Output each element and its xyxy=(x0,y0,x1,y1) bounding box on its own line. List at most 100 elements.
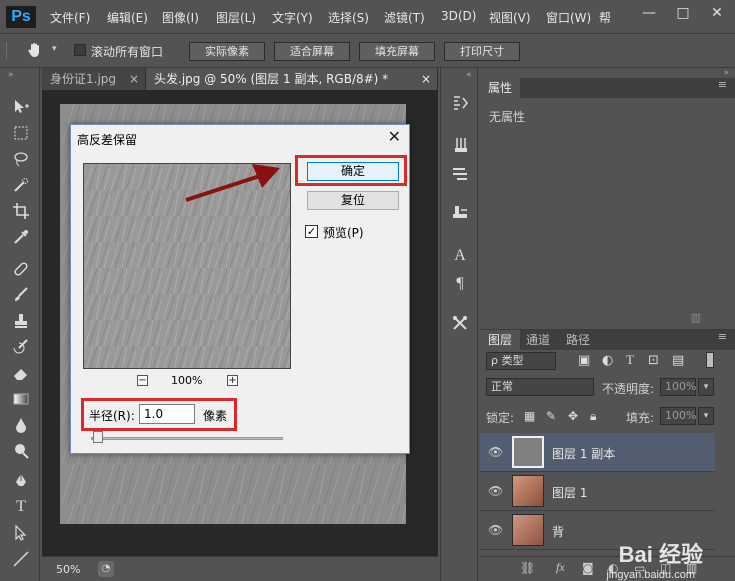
lasso-tool-icon[interactable] xyxy=(10,148,32,170)
paragraph-panel-icon[interactable]: ¶ xyxy=(450,274,470,294)
filter-kind-select[interactable]: ρ 类型 xyxy=(486,352,556,370)
marquee-tool-icon[interactable] xyxy=(10,122,32,144)
close-tab-icon[interactable]: × xyxy=(129,68,139,90)
menu-file[interactable]: 文件(F) xyxy=(50,9,90,26)
add-mask-icon[interactable]: ◙ xyxy=(582,561,594,575)
crop-tool-icon[interactable] xyxy=(10,200,32,222)
filter-toggle-icon[interactable] xyxy=(706,352,714,368)
lock-transparency-icon[interactable]: ▦ xyxy=(524,409,535,423)
tab-properties[interactable]: 属性 xyxy=(480,78,521,98)
eyedropper-tool-icon[interactable] xyxy=(10,226,32,248)
radius-slider-track[interactable] xyxy=(91,437,283,440)
dodge-tool-icon[interactable] xyxy=(10,440,32,462)
brush-presets-icon[interactable] xyxy=(450,136,470,156)
clone-source-icon[interactable] xyxy=(450,164,470,184)
print-size-button[interactable]: 打印尺寸 xyxy=(444,42,520,61)
scroll-all-label: 滚动所有窗口 xyxy=(91,45,164,59)
layer-name: 图层 1 副本 xyxy=(552,447,616,461)
lock-pixels-icon[interactable]: ✎ xyxy=(546,409,556,423)
hand-tool-icon[interactable] xyxy=(26,41,46,61)
minimize-button[interactable]: — xyxy=(634,3,664,23)
menu-view[interactable]: 视图(V) xyxy=(489,9,531,26)
close-window-button[interactable]: ✕ xyxy=(702,3,732,23)
filter-shape-icon[interactable]: ⊡ xyxy=(648,353,659,368)
ok-button[interactable]: 确定 xyxy=(307,162,399,181)
pen-tool-icon[interactable] xyxy=(10,470,32,492)
menu-image[interactable]: 图像(I) xyxy=(162,9,199,26)
tab-hair[interactable]: 头发.jpg @ 50% (图层 1 副本, RGB/8#) * × xyxy=(146,68,438,90)
menu-filter[interactable]: 滤镜(T) xyxy=(384,9,425,26)
brush-tool-icon[interactable] xyxy=(10,284,32,306)
reset-button[interactable]: 复位 xyxy=(307,191,399,210)
collapse-panel-icon[interactable]: » xyxy=(723,68,729,78)
dialog-close-icon[interactable]: ✕ xyxy=(388,127,401,146)
path-selection-tool-icon[interactable] xyxy=(10,522,32,544)
opacity-dropdown-icon[interactable]: ▾ xyxy=(698,378,714,396)
type-tool-icon[interactable]: T xyxy=(10,496,32,518)
menu-help[interactable]: 帮 xyxy=(599,9,611,26)
layers-panel: 图层 通道 路径 ≡ ρ 类型 ▣ ◐ T ⊡ ▤ 正常 不透明度: 100% … xyxy=(480,330,735,581)
visibility-eye-icon[interactable]: 👁︎ xyxy=(488,523,503,537)
actual-pixels-button[interactable]: 实际像素 xyxy=(189,42,265,61)
tab-paths[interactable]: 路径 xyxy=(558,330,598,350)
lock-position-icon[interactable]: ✥ xyxy=(568,409,578,423)
tab-id-card[interactable]: 身份证1.jpg × xyxy=(42,68,146,90)
menu-edit[interactable]: 编辑(E) xyxy=(107,9,148,26)
link-layers-icon[interactable]: ⛓︎ xyxy=(520,561,535,575)
healing-brush-tool-icon[interactable] xyxy=(10,258,32,280)
layer-row[interactable]: 👁︎ 图层 1 副本 xyxy=(480,433,715,472)
move-tool-icon[interactable] xyxy=(10,96,32,118)
visibility-eye-icon[interactable]: 👁︎ xyxy=(488,484,503,498)
quick-select-tool-icon[interactable] xyxy=(10,174,32,196)
visibility-eye-icon[interactable]: 👁︎ xyxy=(488,445,503,459)
history-brush-tool-icon[interactable] xyxy=(10,336,32,358)
blend-mode-select[interactable]: 正常 xyxy=(486,378,594,396)
fill-input[interactable]: 100% xyxy=(660,407,696,425)
history-panel-icon[interactable] xyxy=(450,94,470,114)
tab-label: 头发.jpg @ 50% (图层 1 副本, RGB/8#) * xyxy=(154,72,389,86)
character-panel-icon[interactable]: A xyxy=(450,246,470,266)
fill-screen-button[interactable]: 填充屏幕 xyxy=(359,42,435,61)
adjustments-icon[interactable] xyxy=(450,314,470,334)
close-tab-icon[interactable]: × xyxy=(421,68,431,90)
menu-3d[interactable]: 3D(D) xyxy=(441,9,476,23)
expand-icon[interactable]: « xyxy=(466,70,472,80)
stamp-tool-icon[interactable] xyxy=(10,310,32,332)
tab-layers[interactable]: 图层 xyxy=(480,330,521,350)
filter-adjustment-icon[interactable]: ◐ xyxy=(602,353,613,368)
lock-all-icon[interactable]: 🔒︎ xyxy=(590,409,596,424)
menu-layer[interactable]: 图层(L) xyxy=(216,9,256,26)
menu-type[interactable]: 文字(Y) xyxy=(272,9,313,26)
fit-screen-button[interactable]: 适合屏幕 xyxy=(274,42,350,61)
zoom-level[interactable]: 50% xyxy=(56,563,80,576)
restore-button[interactable]: □ xyxy=(668,3,698,23)
layer-style-icon[interactable]: fx xyxy=(556,560,565,575)
filter-smart-object-icon[interactable]: ▤ xyxy=(672,353,684,368)
radius-slider-thumb[interactable] xyxy=(92,431,103,443)
status-info-icon[interactable]: ◔ xyxy=(98,561,114,577)
panel-menu-icon[interactable]: ≡ xyxy=(718,78,727,91)
gradient-tool-icon[interactable] xyxy=(10,388,32,410)
tool-preset-chevron-icon[interactable]: ▾ xyxy=(52,44,57,54)
menu-window[interactable]: 窗口(W) xyxy=(546,9,591,26)
eraser-tool-icon[interactable] xyxy=(10,362,32,384)
zoom-out-button[interactable]: − xyxy=(137,375,148,386)
radius-input[interactable] xyxy=(139,404,195,424)
trash-icon[interactable]: ▥ xyxy=(691,311,701,324)
blur-tool-icon[interactable] xyxy=(10,414,32,436)
layer-row[interactable]: 👁︎ 图层 1 xyxy=(480,472,715,511)
filter-pixel-icon[interactable]: ▣ xyxy=(578,353,590,368)
opacity-input[interactable]: 100% xyxy=(660,378,696,396)
zoom-in-button[interactable]: + xyxy=(227,375,238,386)
menu-select[interactable]: 选择(S) xyxy=(328,9,369,26)
preview-checkbox[interactable]: ✓ xyxy=(305,225,318,238)
tool-presets-icon[interactable] xyxy=(450,204,470,224)
collapse-icon[interactable]: » xyxy=(8,70,14,80)
tab-channels[interactable]: 通道 xyxy=(518,330,558,350)
scroll-all-checkbox[interactable] xyxy=(74,44,86,56)
line-tool-icon[interactable] xyxy=(10,548,32,570)
layers-menu-icon[interactable]: ≡ xyxy=(718,330,727,343)
fill-dropdown-icon[interactable]: ▾ xyxy=(698,407,714,425)
filter-type-icon[interactable]: T xyxy=(626,352,634,368)
grip-handle[interactable] xyxy=(6,43,9,59)
